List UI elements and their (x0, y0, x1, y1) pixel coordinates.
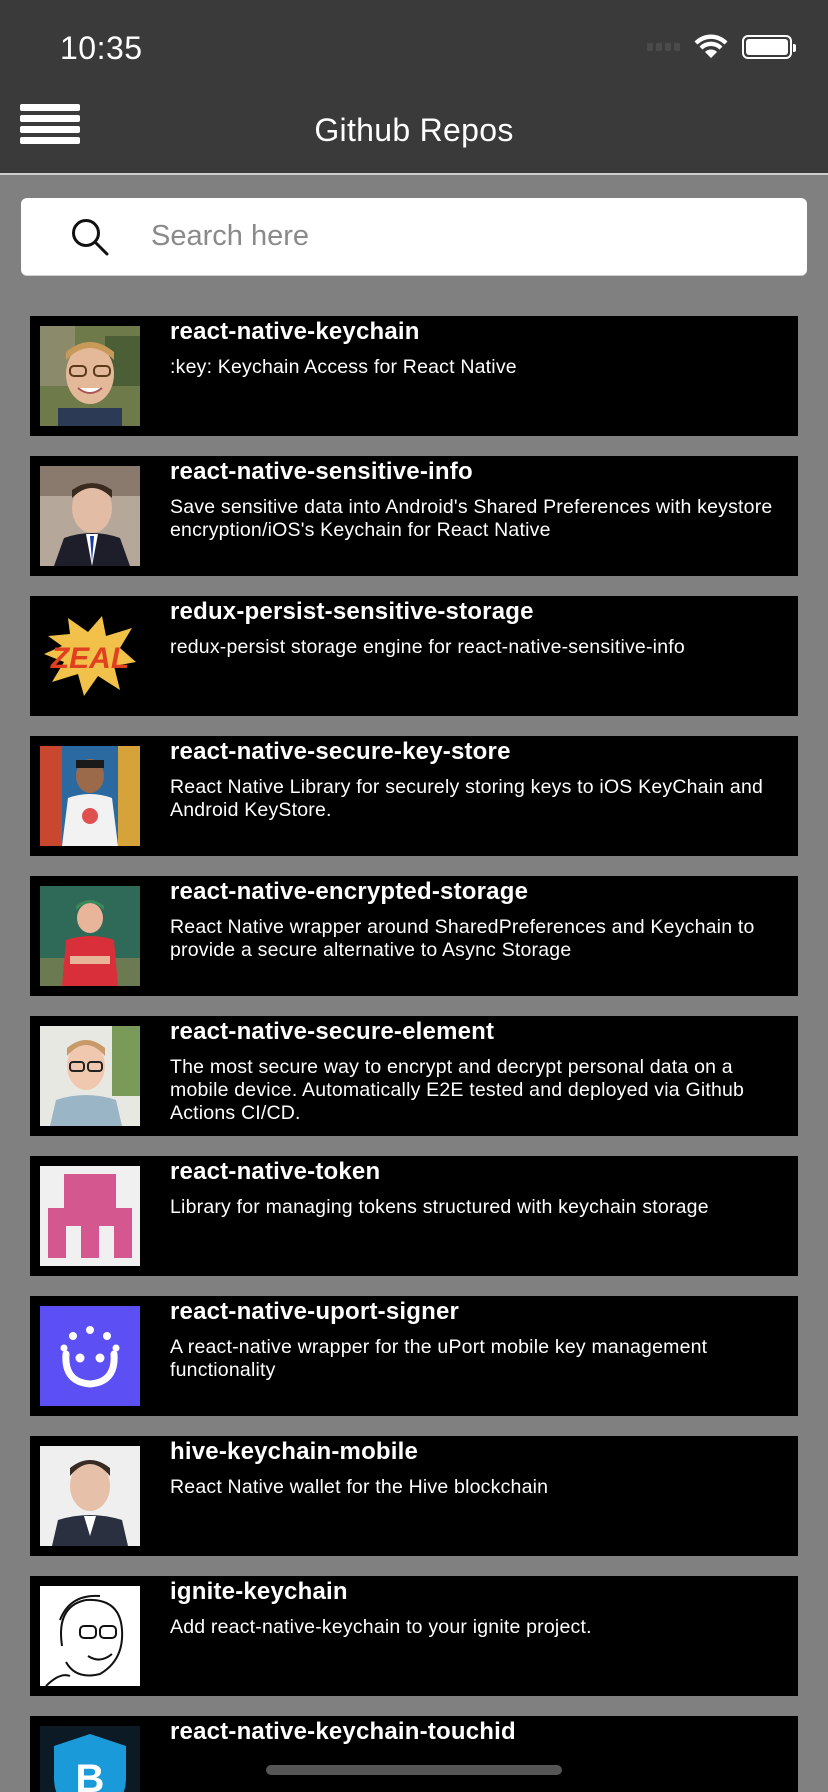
status-time: 10:35 (60, 30, 143, 66)
repo-description: A react-native wrapper for the uPort mob… (170, 1336, 708, 1381)
repo-list-item[interactable]: react-native-secure-key-store React Nati… (30, 736, 798, 856)
repo-description: React Native wallet for the Hive blockch… (170, 1476, 549, 1498)
repo-list-item[interactable]: ignite-keychain Add react-native-keychai… (30, 1576, 798, 1696)
repo-name: redux-persist-sensitive-storage (170, 598, 534, 625)
zeal-logo: ZEAL (40, 606, 140, 706)
repo-list-item[interactable]: B react-native-keychain-touchid (30, 1716, 798, 1792)
page-title: Github Repos (314, 112, 514, 148)
repo-description: Add react-native-keychain to your ignite… (170, 1616, 592, 1638)
repo-list-item[interactable]: react-native-secure-element The most sec… (30, 1016, 798, 1136)
bitcoin-shield-logo: B (40, 1726, 140, 1792)
cellular-signal-icon (647, 43, 680, 51)
repo-name: react-native-sensitive-info (170, 458, 473, 485)
repo-description: redux-persist storage engine for react-n… (170, 636, 685, 658)
avatar (40, 886, 140, 986)
repo-list-item[interactable]: react-native-encrypted-storage React Nat… (30, 876, 798, 996)
repo-description: React Native Library for securely storin… (170, 776, 764, 821)
avatar (40, 746, 140, 846)
repo-list-item[interactable]: hive-keychain-mobile React Native wallet… (30, 1436, 798, 1556)
repo-list-item[interactable]: ZEAL redux-persist-sensitive-storage red… (30, 596, 798, 716)
repo-name: react-native-secure-element (170, 1018, 495, 1045)
sketch-portrait (40, 1586, 140, 1686)
repo-description: The most secure way to encrypt and decry… (170, 1056, 745, 1124)
avatar (40, 1446, 140, 1546)
search-icon (72, 219, 109, 256)
repo-list-item[interactable]: react-native-sensitive-info Save sensiti… (30, 456, 798, 576)
repo-name: react-native-secure-key-store (170, 738, 511, 765)
repo-description: :key: Keychain Access for React Native (170, 356, 517, 378)
uport-logo (40, 1306, 140, 1406)
repo-description: Save sensitive data into Android's Share… (170, 496, 773, 541)
avatar (40, 466, 140, 566)
wifi-icon (694, 34, 728, 58)
repo-name: react-native-keychain-touchid (170, 1718, 516, 1745)
repo-description: Library for managing tokens structured w… (170, 1196, 709, 1218)
battery-icon (742, 35, 796, 59)
search-bar[interactable] (21, 198, 807, 275)
repo-name: react-native-token (170, 1158, 381, 1185)
svg-text:ZEAL: ZEAL (50, 642, 129, 675)
repo-name: react-native-encrypted-storage (170, 878, 529, 905)
avatar (40, 326, 140, 426)
avatar (40, 1026, 140, 1126)
repo-name: react-native-uport-signer (170, 1298, 460, 1325)
search-input[interactable] (151, 198, 781, 275)
identicon (40, 1166, 140, 1266)
app-screen: 10:35 Github Repos Search here react-nat… (0, 0, 828, 1792)
repo-list-item[interactable]: react-native-uport-signer A react-native… (30, 1296, 798, 1416)
repo-list-item[interactable]: react-native-token Library for managing … (30, 1156, 798, 1276)
repo-description: React Native wrapper around SharedPrefer… (170, 916, 755, 961)
repo-list-item[interactable]: react-native-keychain :key: Keychain Acc… (30, 316, 798, 436)
status-icons (647, 34, 796, 60)
home-indicator[interactable] (266, 1765, 562, 1775)
repo-name: ignite-keychain (170, 1578, 348, 1605)
svg-text:B: B (76, 1757, 105, 1792)
repo-name: react-native-keychain (170, 318, 420, 345)
repo-name: hive-keychain-mobile (170, 1438, 419, 1465)
repo-list[interactable]: react-native-keychain :key: Keychain Acc… (30, 316, 798, 1792)
navigation-header: 10:35 Github Repos (0, 0, 828, 175)
